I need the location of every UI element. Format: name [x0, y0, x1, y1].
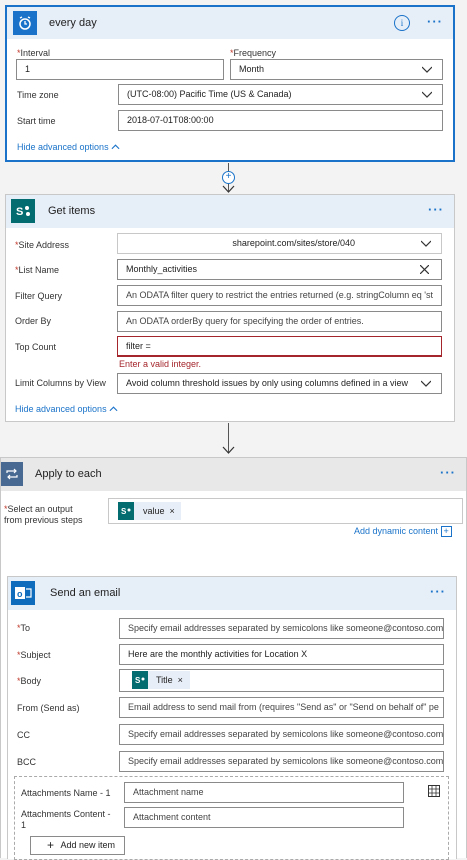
svg-text:S: S — [135, 676, 141, 685]
loop-icon — [1, 462, 23, 486]
cc-input[interactable]: Specify email addresses separated by sem… — [119, 724, 444, 745]
arrow-down-icon — [222, 446, 235, 454]
interval-label: *Interval — [17, 48, 51, 58]
attachment-content-label: Attachments Content -1 — [21, 809, 111, 830]
add-icon: + — [440, 526, 452, 537]
value-token[interactable]: S value × — [118, 502, 181, 520]
add-new-item-button[interactable]: + Add new item — [30, 836, 125, 855]
from-label: From (Send as) — [17, 703, 80, 713]
svg-text:S: S — [121, 507, 127, 516]
cc-label: CC — [17, 730, 30, 740]
plus-icon: + — [47, 838, 55, 852]
send-email-card: o Send an email ··· *To Specify email ad… — [7, 576, 457, 860]
chevron-up-icon — [109, 406, 118, 412]
chevron-down-icon — [422, 66, 432, 73]
order-by-input[interactable]: An ODATA orderBy query for specifying th… — [117, 311, 442, 332]
arrow-down-icon — [222, 185, 235, 193]
attachment-name-input[interactable]: Attachment name — [124, 782, 404, 803]
starttime-label: Start time — [17, 116, 56, 126]
frequency-label: *Frequency — [230, 48, 277, 58]
apply-to-each-header[interactable]: Apply to each ··· — [1, 458, 466, 491]
apply-to-each-title: Apply to each — [35, 468, 102, 480]
timezone-label: Time zone — [17, 90, 59, 100]
send-email-header[interactable]: o Send an email ··· — [8, 577, 456, 610]
from-input[interactable]: Email address to send mail from (require… — [119, 697, 444, 718]
outlook-icon: o — [11, 581, 35, 605]
info-icon[interactable]: i — [394, 15, 410, 31]
site-address-label: *Site Address — [15, 240, 70, 250]
title-token[interactable]: S Title × — [132, 671, 190, 689]
add-step-button[interactable]: + — [222, 171, 235, 184]
more-icon[interactable]: ··· — [428, 203, 444, 216]
get-items-title: Get items — [48, 205, 96, 217]
bcc-label: BCC — [17, 757, 37, 767]
recurrence-card: every day i ··· *Interval *Frequency 1 M… — [5, 5, 455, 162]
chevron-down-icon — [421, 380, 431, 387]
get-items-card: S Get items ··· *Site Address sharepoint… — [5, 194, 455, 422]
more-icon[interactable]: ··· — [430, 585, 446, 598]
body-label: *Body — [17, 676, 42, 686]
attachment-name-label: Attachments Name - 1 — [21, 788, 111, 798]
close-icon[interactable]: × — [170, 506, 175, 516]
limit-columns-select[interactable]: Avoid column threshold issues by only us… — [117, 373, 442, 394]
timezone-select[interactable]: (UTC-08:00) Pacific Time (US & Canada) — [118, 84, 443, 105]
top-count-input[interactable]: filter = — [117, 336, 442, 357]
close-icon[interactable] — [420, 265, 429, 274]
add-dynamic-content-link[interactable]: Add dynamic content + — [354, 526, 452, 537]
subject-label: *Subject — [17, 650, 51, 660]
svg-text:o: o — [17, 589, 23, 599]
apply-to-each-card: Apply to each ··· *Select an output from … — [0, 457, 467, 860]
hide-advanced-link[interactable]: Hide advanced options — [17, 142, 120, 152]
top-count-label: Top Count — [15, 342, 57, 352]
chevron-up-icon — [111, 144, 120, 150]
frequency-select[interactable]: Month — [230, 59, 443, 80]
site-address-select[interactable]: sharepoint.com/sites/store/040 — [117, 233, 442, 254]
interval-input[interactable]: 1 — [16, 59, 224, 80]
sharepoint-icon: S — [11, 199, 35, 223]
chevron-down-icon — [422, 91, 432, 98]
recurrence-title: every day — [49, 17, 97, 29]
to-input[interactable]: Specify email addresses separated by sem… — [119, 618, 444, 639]
recurrence-header[interactable]: every day i ··· — [7, 7, 453, 39]
select-output-label: *Select an output from previous steps — [4, 504, 83, 525]
starttime-input[interactable]: 2018-07-01T08:00:00 — [118, 110, 443, 131]
filter-query-input[interactable]: An ODATA filter query to restrict the en… — [117, 285, 442, 306]
filter-query-label: Filter Query — [15, 291, 63, 301]
to-label: *To — [17, 623, 31, 633]
svg-text:S: S — [16, 206, 23, 218]
list-name-label: *List Name — [15, 265, 60, 275]
list-name-select[interactable]: Monthly_activities — [117, 259, 442, 280]
top-count-error: Enter a valid integer. — [119, 359, 202, 369]
bcc-input[interactable]: Specify email addresses separated by sem… — [119, 751, 444, 772]
more-icon[interactable]: ··· — [440, 466, 456, 479]
order-by-label: Order By — [15, 316, 52, 326]
send-email-title: Send an email — [50, 587, 121, 599]
subject-input[interactable]: Here are the monthly activities for Loca… — [119, 644, 444, 665]
hide-advanced-link[interactable]: Hide advanced options — [15, 404, 118, 414]
table-icon[interactable] — [428, 785, 440, 797]
close-icon[interactable]: × — [178, 675, 183, 685]
sharepoint-icon: S — [118, 502, 134, 520]
get-items-header[interactable]: S Get items ··· — [6, 195, 454, 228]
attachment-content-input[interactable]: Attachment content — [124, 807, 404, 828]
sharepoint-icon: S — [132, 671, 148, 689]
attachments-group: Attachments Name - 1 Attachment name Att… — [14, 776, 449, 860]
alarm-clock-icon — [13, 11, 37, 35]
chevron-down-icon — [421, 240, 431, 247]
limit-columns-label: Limit Columns by View — [15, 378, 106, 388]
more-icon[interactable]: ··· — [427, 15, 443, 28]
